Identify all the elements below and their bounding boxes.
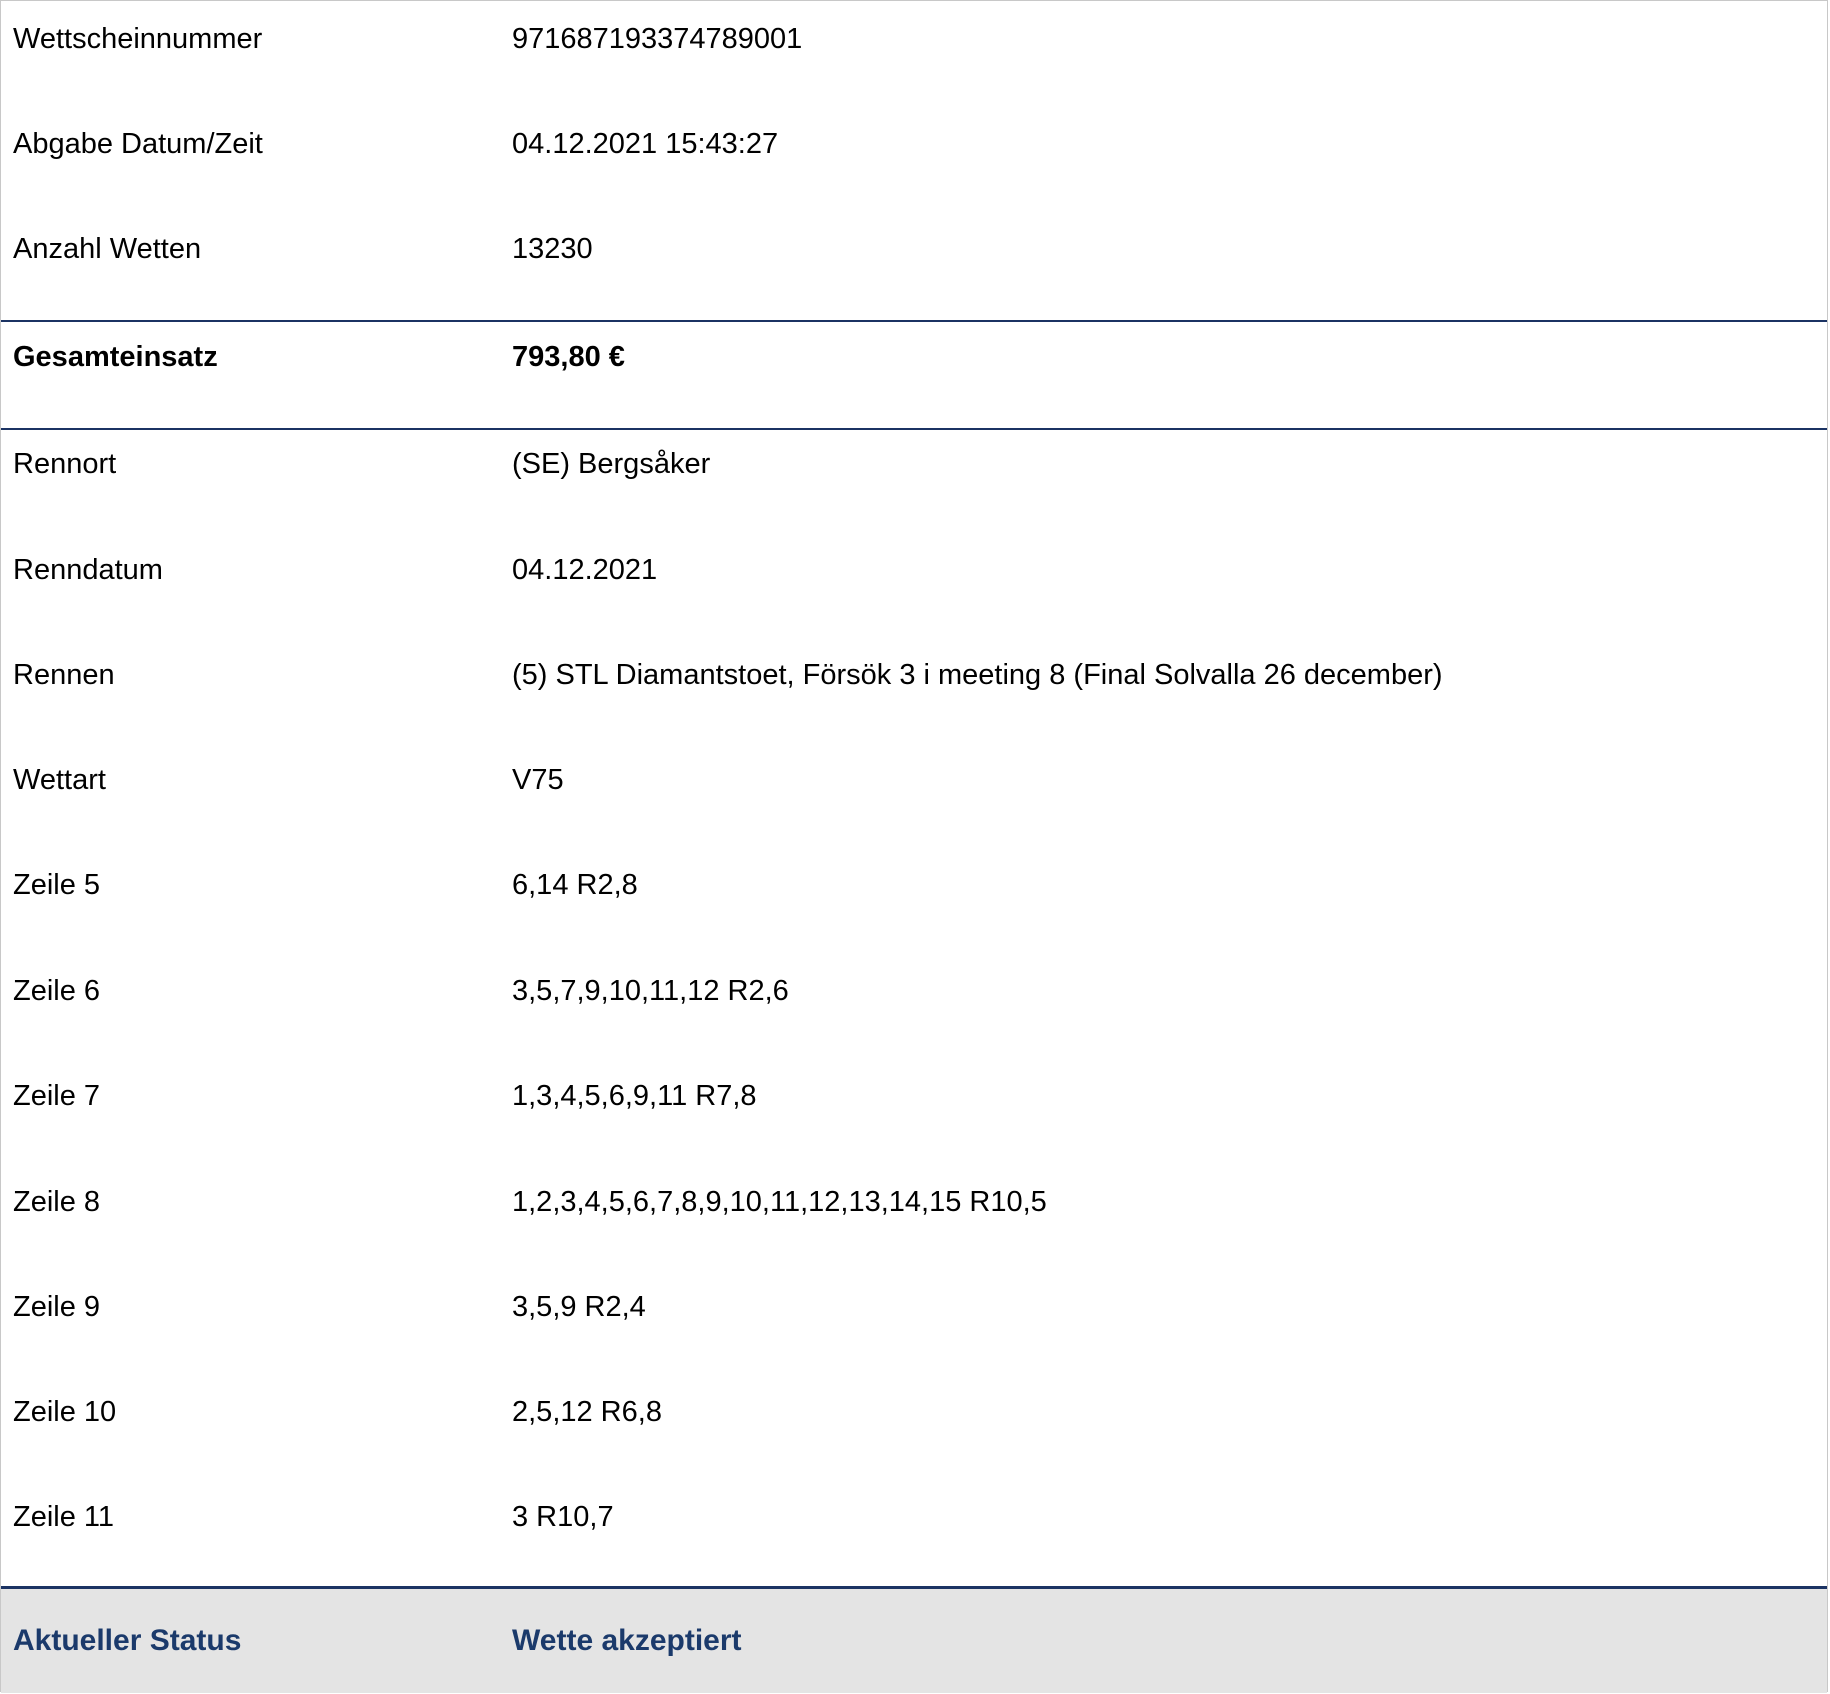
- line-8-value: 1,2,3,4,5,6,7,8,9,10,11,12,13,14,15 R10,…: [512, 1185, 1047, 1218]
- bet-count-value: 13230: [512, 232, 593, 265]
- line-9-value: 3,5,9 R2,4: [512, 1290, 646, 1323]
- line-5-value: 6,14 R2,8: [512, 868, 638, 901]
- line-5-label: Zeile 5: [13, 868, 101, 901]
- race-location-value: (SE) Bergsåker: [512, 447, 711, 480]
- bet-slip-details: Wettscheinnummer 971687193374789001 Abga…: [0, 0, 1828, 1693]
- ticket-number-value: 971687193374789001: [512, 22, 803, 55]
- line-10-value: 2,5,12 R6,8: [512, 1395, 662, 1428]
- status-value: Wette akzeptiert: [512, 1624, 742, 1657]
- total-stake-label: Gesamteinsatz: [13, 340, 218, 373]
- race-date-value: 04.12.2021: [512, 553, 658, 586]
- line-7-label: Zeile 7: [13, 1079, 101, 1112]
- line-11-value: 3 R10,7: [512, 1500, 614, 1533]
- line-10-label: Zeile 10: [13, 1395, 117, 1428]
- divider: [1, 428, 1827, 430]
- line-9-label: Zeile 9: [13, 1290, 101, 1323]
- submission-datetime-value: 04.12.2021 15:43:27: [512, 127, 779, 160]
- divider: [1, 320, 1827, 322]
- submission-datetime-label: Abgabe Datum/Zeit: [13, 127, 263, 160]
- total-stake-value: 793,80 €: [512, 340, 625, 373]
- status-label: Aktueller Status: [13, 1624, 242, 1657]
- bet-count-label: Anzahl Wetten: [13, 232, 202, 265]
- race-location-label: Rennort: [13, 447, 117, 480]
- bet-type-label: Wettart: [13, 763, 106, 796]
- bet-type-value: V75: [512, 763, 564, 796]
- race-label: Rennen: [13, 658, 115, 691]
- ticket-number-label: Wettscheinnummer: [13, 22, 263, 55]
- row-current-status: Aktueller Status Wette akzeptiert: [1, 1589, 1827, 1693]
- line-11-label: Zeile 11: [13, 1500, 115, 1533]
- race-value: (5) STL Diamantstoet, Försök 3 i meeting…: [512, 658, 1443, 691]
- race-date-label: Renndatum: [13, 553, 163, 586]
- line-6-value: 3,5,7,9,10,11,12 R2,6: [512, 974, 789, 1007]
- line-8-label: Zeile 8: [13, 1185, 101, 1218]
- line-6-label: Zeile 6: [13, 974, 101, 1007]
- line-7-value: 1,3,4,5,6,9,11 R7,8: [512, 1079, 757, 1112]
